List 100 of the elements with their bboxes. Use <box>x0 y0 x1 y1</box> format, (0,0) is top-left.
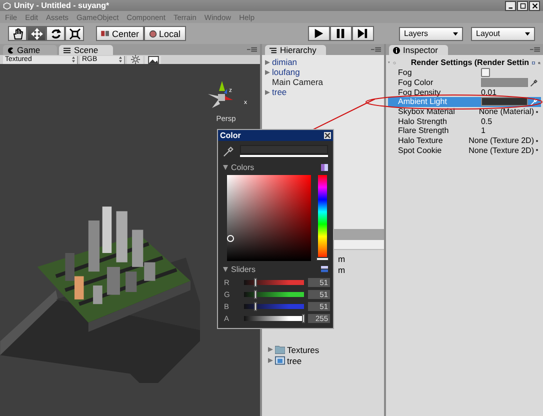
collapse-arrow-icon[interactable] <box>223 267 228 272</box>
step-button[interactable] <box>352 26 374 41</box>
picture-icon <box>148 56 158 64</box>
dropdown[interactable]: Layout <box>471 26 535 40</box>
property-row[interactable]: Halo Texture None (Texture 2D) <box>388 136 541 146</box>
hierarchy-tab[interactable]: Hierarchy <box>265 45 326 55</box>
collapse-arrow-icon[interactable] <box>223 165 228 170</box>
pacman-icon <box>7 46 14 54</box>
pause-button[interactable] <box>330 26 352 41</box>
list-lines-icon <box>269 46 277 54</box>
rotate-arrows-icon <box>50 28 62 40</box>
project-item[interactable]: tree <box>287 356 302 366</box>
checkbox[interactable] <box>481 68 490 78</box>
dropdown[interactable]: Layers <box>399 26 463 40</box>
pivot-center-button[interactable]: Center <box>96 26 144 41</box>
help-book-icon[interactable] <box>532 58 536 66</box>
hue-thumb[interactable] <box>316 257 329 261</box>
property-row[interactable]: Flare Strength 1 <box>388 126 541 136</box>
property-value[interactable]: None (Texture 2D) <box>468 136 534 146</box>
property-value[interactable]: 0.5 <box>481 116 492 126</box>
color-mode-icon[interactable] <box>321 164 328 171</box>
sun-icon <box>130 55 140 64</box>
play-icon <box>313 28 324 39</box>
pivot-icon <box>101 30 110 37</box>
panel-menu-icon[interactable] <box>247 47 257 52</box>
close-button[interactable] <box>529 0 540 10</box>
list-lines-icon <box>63 46 71 54</box>
property-label: Fog <box>398 68 413 78</box>
game-tab[interactable]: Game <box>3 45 57 55</box>
color-swatch[interactable] <box>481 97 528 106</box>
slider-mode-icon[interactable] <box>321 266 328 273</box>
eyedropper-icon[interactable] <box>223 146 234 156</box>
close-icon <box>532 2 538 8</box>
component-title: Render Settings (Render Settin <box>410 58 530 67</box>
project-item[interactable]: Textures <box>287 344 320 354</box>
hand-icon <box>12 28 24 40</box>
step-icon <box>357 28 368 39</box>
color-swatch[interactable] <box>481 78 528 88</box>
hierarchy-item[interactable]: loufang <box>272 67 300 77</box>
sphere-icon <box>149 30 158 38</box>
inspector-tab[interactable]: Inspector <box>389 45 448 55</box>
channel-slider[interactable] <box>244 316 304 320</box>
close-button[interactable] <box>324 132 331 139</box>
expand-arrow-icon[interactable] <box>265 70 270 74</box>
window-title: Unity - Untitled - suyang* <box>14 1 110 10</box>
property-row[interactable]: Fog Color <box>388 78 541 88</box>
section-header: Sliders <box>231 265 256 274</box>
property-label: Fog Color <box>398 78 434 88</box>
property-value[interactable]: None (Texture 2D) <box>468 146 534 155</box>
channel-slider[interactable] <box>244 280 304 284</box>
expand-arrow-icon[interactable] <box>265 90 270 94</box>
info-icon <box>393 46 400 54</box>
panel-menu-icon[interactable] <box>530 47 540 52</box>
property-label: Halo Strength <box>398 116 448 126</box>
color-marker-icon[interactable] <box>227 235 234 242</box>
image-button[interactable] <box>145 56 161 64</box>
project-item[interactable]: m <box>338 254 346 264</box>
hierarchy-item[interactable]: dimian <box>272 57 298 67</box>
slider-thumb[interactable] <box>254 302 257 310</box>
maximize-icon <box>520 2 526 8</box>
rotate-tool-button[interactable] <box>46 26 65 41</box>
eyedropper-icon[interactable] <box>530 78 538 87</box>
saturation-value-field[interactable] <box>227 175 311 261</box>
channel-slider[interactable] <box>244 292 304 296</box>
maximize-button[interactable] <box>517 0 528 10</box>
hierarchy-item[interactable]: Main Camera <box>272 77 324 87</box>
slider-thumb[interactable] <box>254 278 257 286</box>
property-label: Skybox Material <box>398 107 456 116</box>
hue-slider[interactable] <box>318 175 327 261</box>
section-header: Colors <box>231 163 256 172</box>
move-tool-button[interactable] <box>27 26 46 41</box>
slider-thumb[interactable] <box>302 314 305 322</box>
property-label: Flare Strength <box>398 126 450 136</box>
panel-menu-icon[interactable] <box>371 47 381 52</box>
sun-lighting-button[interactable] <box>127 56 143 64</box>
scale-tool-button[interactable] <box>65 26 84 41</box>
expand-arrow-icon[interactable] <box>268 347 273 352</box>
project-item[interactable]: m <box>338 265 346 275</box>
property-row[interactable]: Fog Density 0.01 <box>388 87 541 98</box>
scene-tab[interactable]: Scene <box>59 45 113 55</box>
property-row[interactable]: Halo Strength 0.5 <box>388 116 541 126</box>
expand-arrow-icon[interactable] <box>265 60 270 64</box>
pivot-local-button[interactable]: Local <box>144 26 186 41</box>
property-row[interactable]: Fog <box>388 68 541 78</box>
property-value[interactable]: None (Material) <box>478 107 534 116</box>
property-row[interactable]: Skybox Material None (Material) <box>388 106 541 116</box>
property-row[interactable]: Spot Cookie None (Texture 2D) <box>388 146 541 156</box>
channel-slider[interactable] <box>244 304 304 308</box>
play-button[interactable] <box>308 26 330 41</box>
property-value[interactable]: 1 <box>481 126 486 136</box>
hand-tool-button[interactable] <box>8 26 27 41</box>
minimize-button[interactable] <box>505 0 516 10</box>
scale-icon <box>68 28 80 40</box>
hierarchy-item[interactable]: tree <box>272 87 287 97</box>
property-value[interactable]: 0.01 <box>481 88 497 97</box>
move-arrows-icon <box>30 28 42 40</box>
caret-icon <box>525 32 530 36</box>
slider-thumb[interactable] <box>254 290 257 298</box>
folder-icon <box>275 345 285 354</box>
expand-arrow-icon[interactable] <box>268 358 273 363</box>
